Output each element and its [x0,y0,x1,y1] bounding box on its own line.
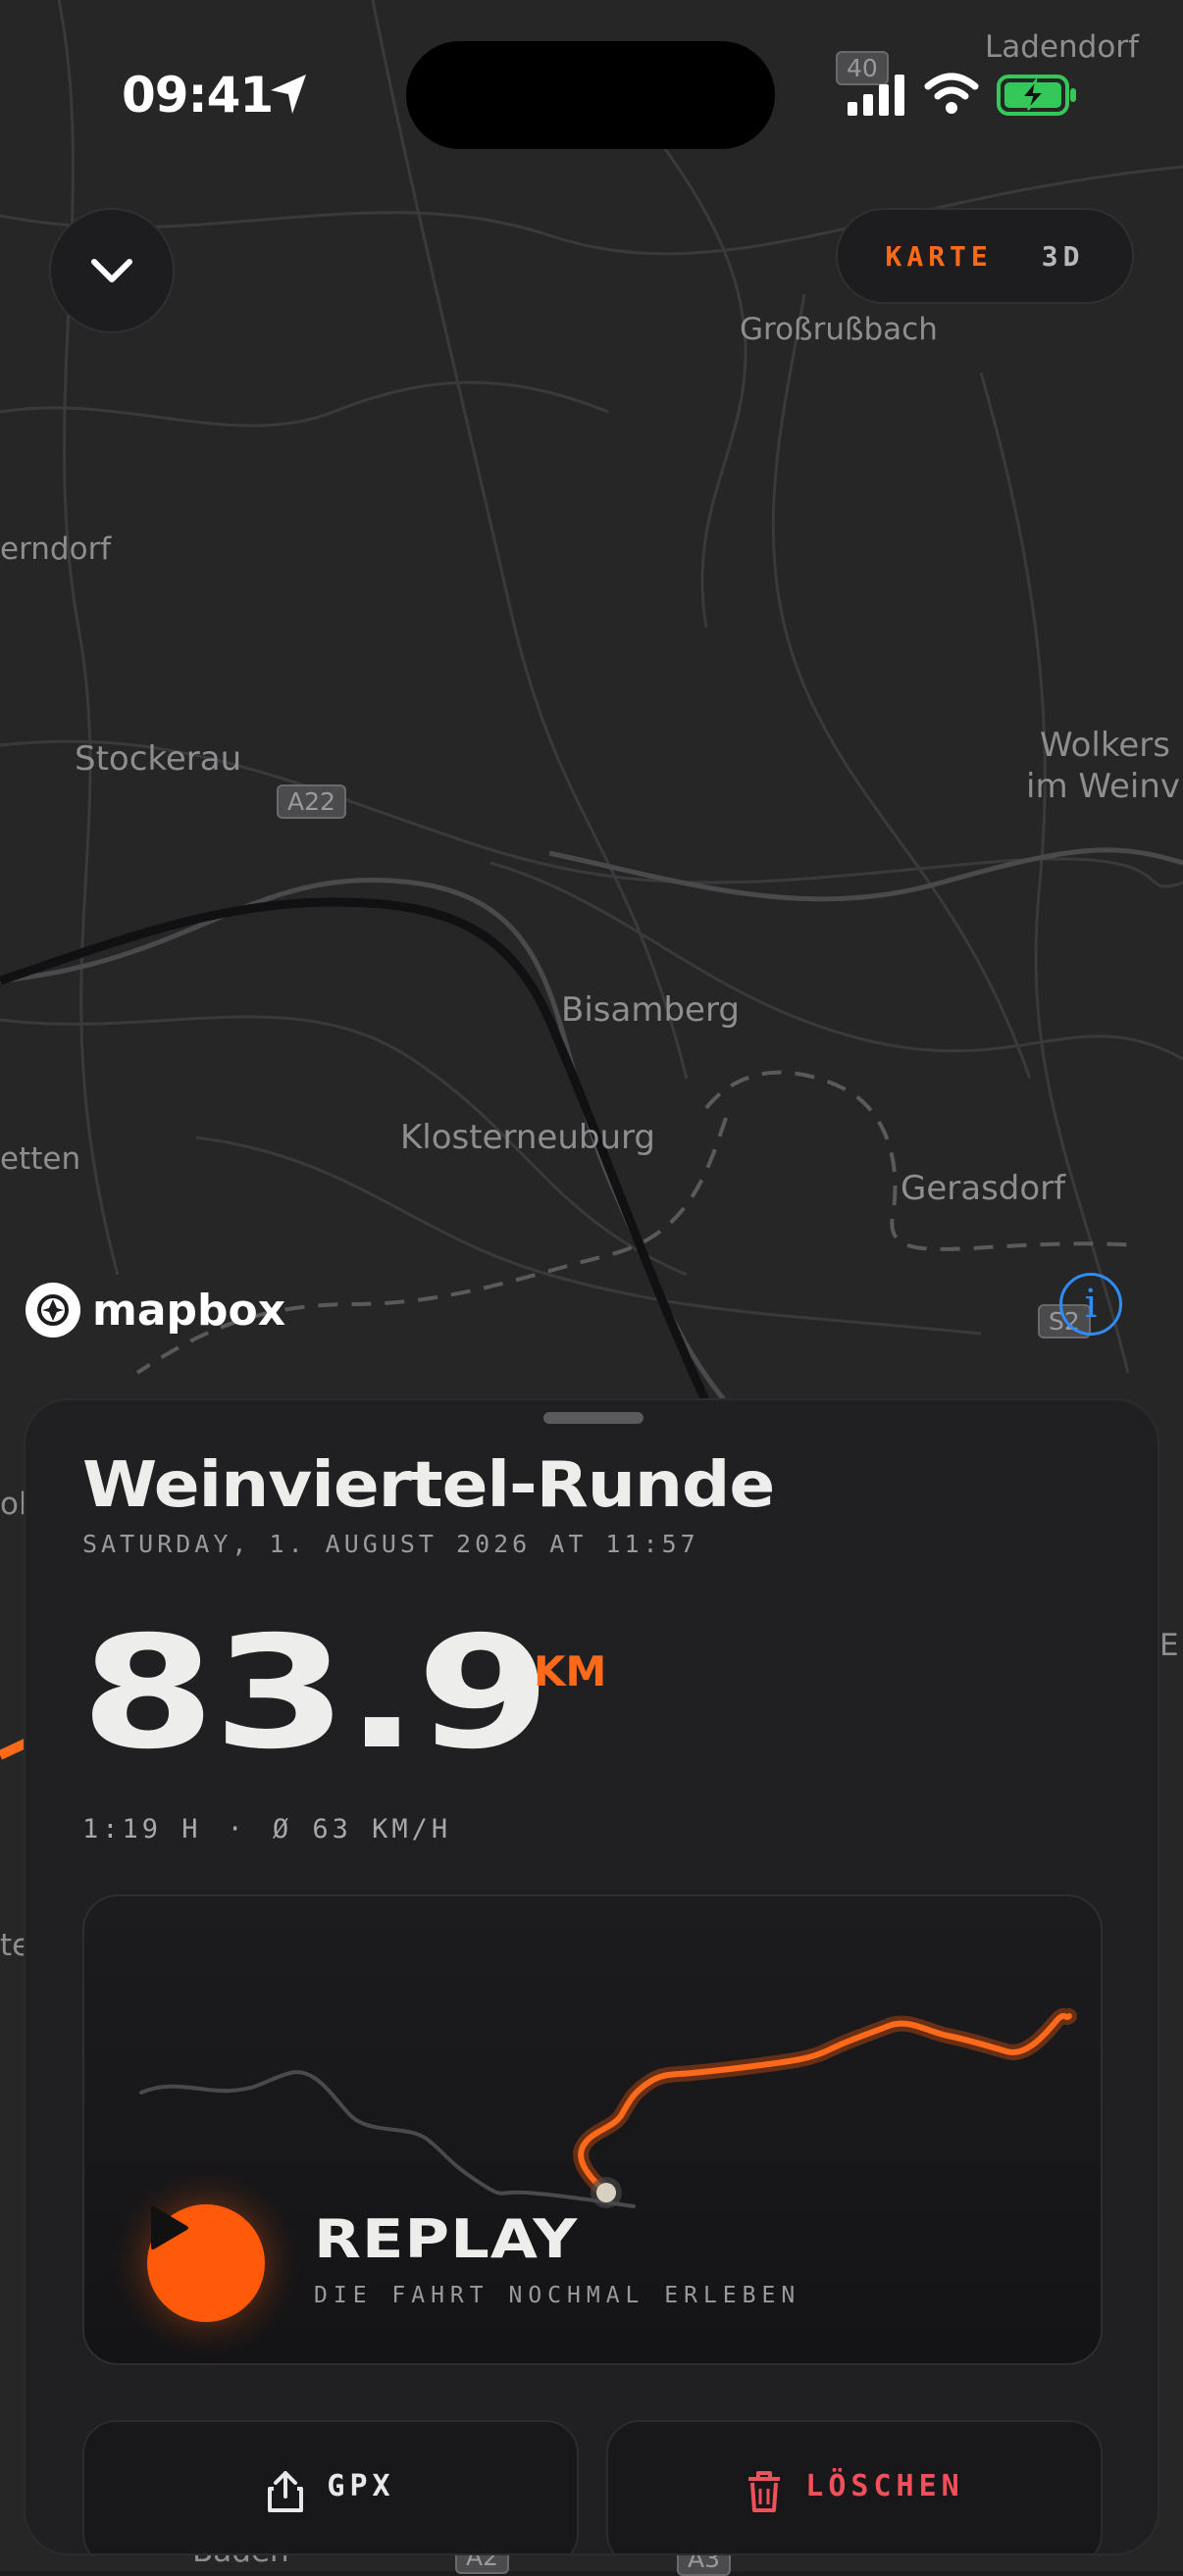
replay-subtitle: DIE FAHRT NOCHMAL ERLEBEN [314,2283,801,2308]
replay-title: REPLAY [314,2208,579,2270]
ride-date: SATURDAY, 1. AUGUST 2026 AT 11:57 [82,1530,699,1558]
trash-icon [748,2471,781,2512]
sheet-grabber[interactable] [543,1412,643,1424]
ride-duration: 1:19 H [82,1814,202,1844]
ride-title: Weinviertel-Runde [82,1449,775,1522]
chevron-down-icon [91,259,132,282]
wifi-icon [924,73,979,114]
status-time: 09:41 [122,67,274,124]
share-icon [268,2471,304,2512]
info-icon[interactable]: i [1059,1273,1122,1336]
ride-stats: 1:19 H · Ø 63 KM/H [82,1814,451,1844]
cellular-signal-icon [848,75,904,116]
distance-unit: KM [534,1647,607,1695]
mapbox-attribution[interactable]: mapbox [26,1283,285,1338]
play-replay-button[interactable] [147,2204,265,2322]
delete-ride-button[interactable]: LÖSCHEN [606,2420,1103,2553]
mode-3d-option[interactable]: 3D [1042,240,1085,273]
play-icon [151,2206,188,2249]
mode-karte-option[interactable]: KARTE [885,240,992,273]
delete-label: LÖSCHEN [805,2469,964,2503]
location-arrow-icon [271,75,306,114]
mapbox-logo-icon [26,1283,80,1338]
ride-detail-sheet: Weinviertel-Runde SATURDAY, 1. AUGUST 20… [24,1398,1159,2555]
gpx-label: GPX [327,2469,395,2503]
collapse-button[interactable] [49,208,175,333]
map-mode-toggle[interactable]: KARTE 3D [836,208,1134,304]
export-gpx-button[interactable]: GPX [82,2420,579,2553]
stats-separator: · [227,1814,247,1844]
dynamic-island [406,41,775,149]
ride-avg-speed: Ø 63 KM/H [272,1814,452,1844]
replay-card[interactable]: REPLAY DIE FAHRT NOCHMAL ERLEBEN [82,1894,1103,2365]
battery-charging-icon [997,75,1076,116]
ride-distance: 83.9 [80,1603,551,1784]
mapbox-wordmark: mapbox [92,1285,286,1336]
